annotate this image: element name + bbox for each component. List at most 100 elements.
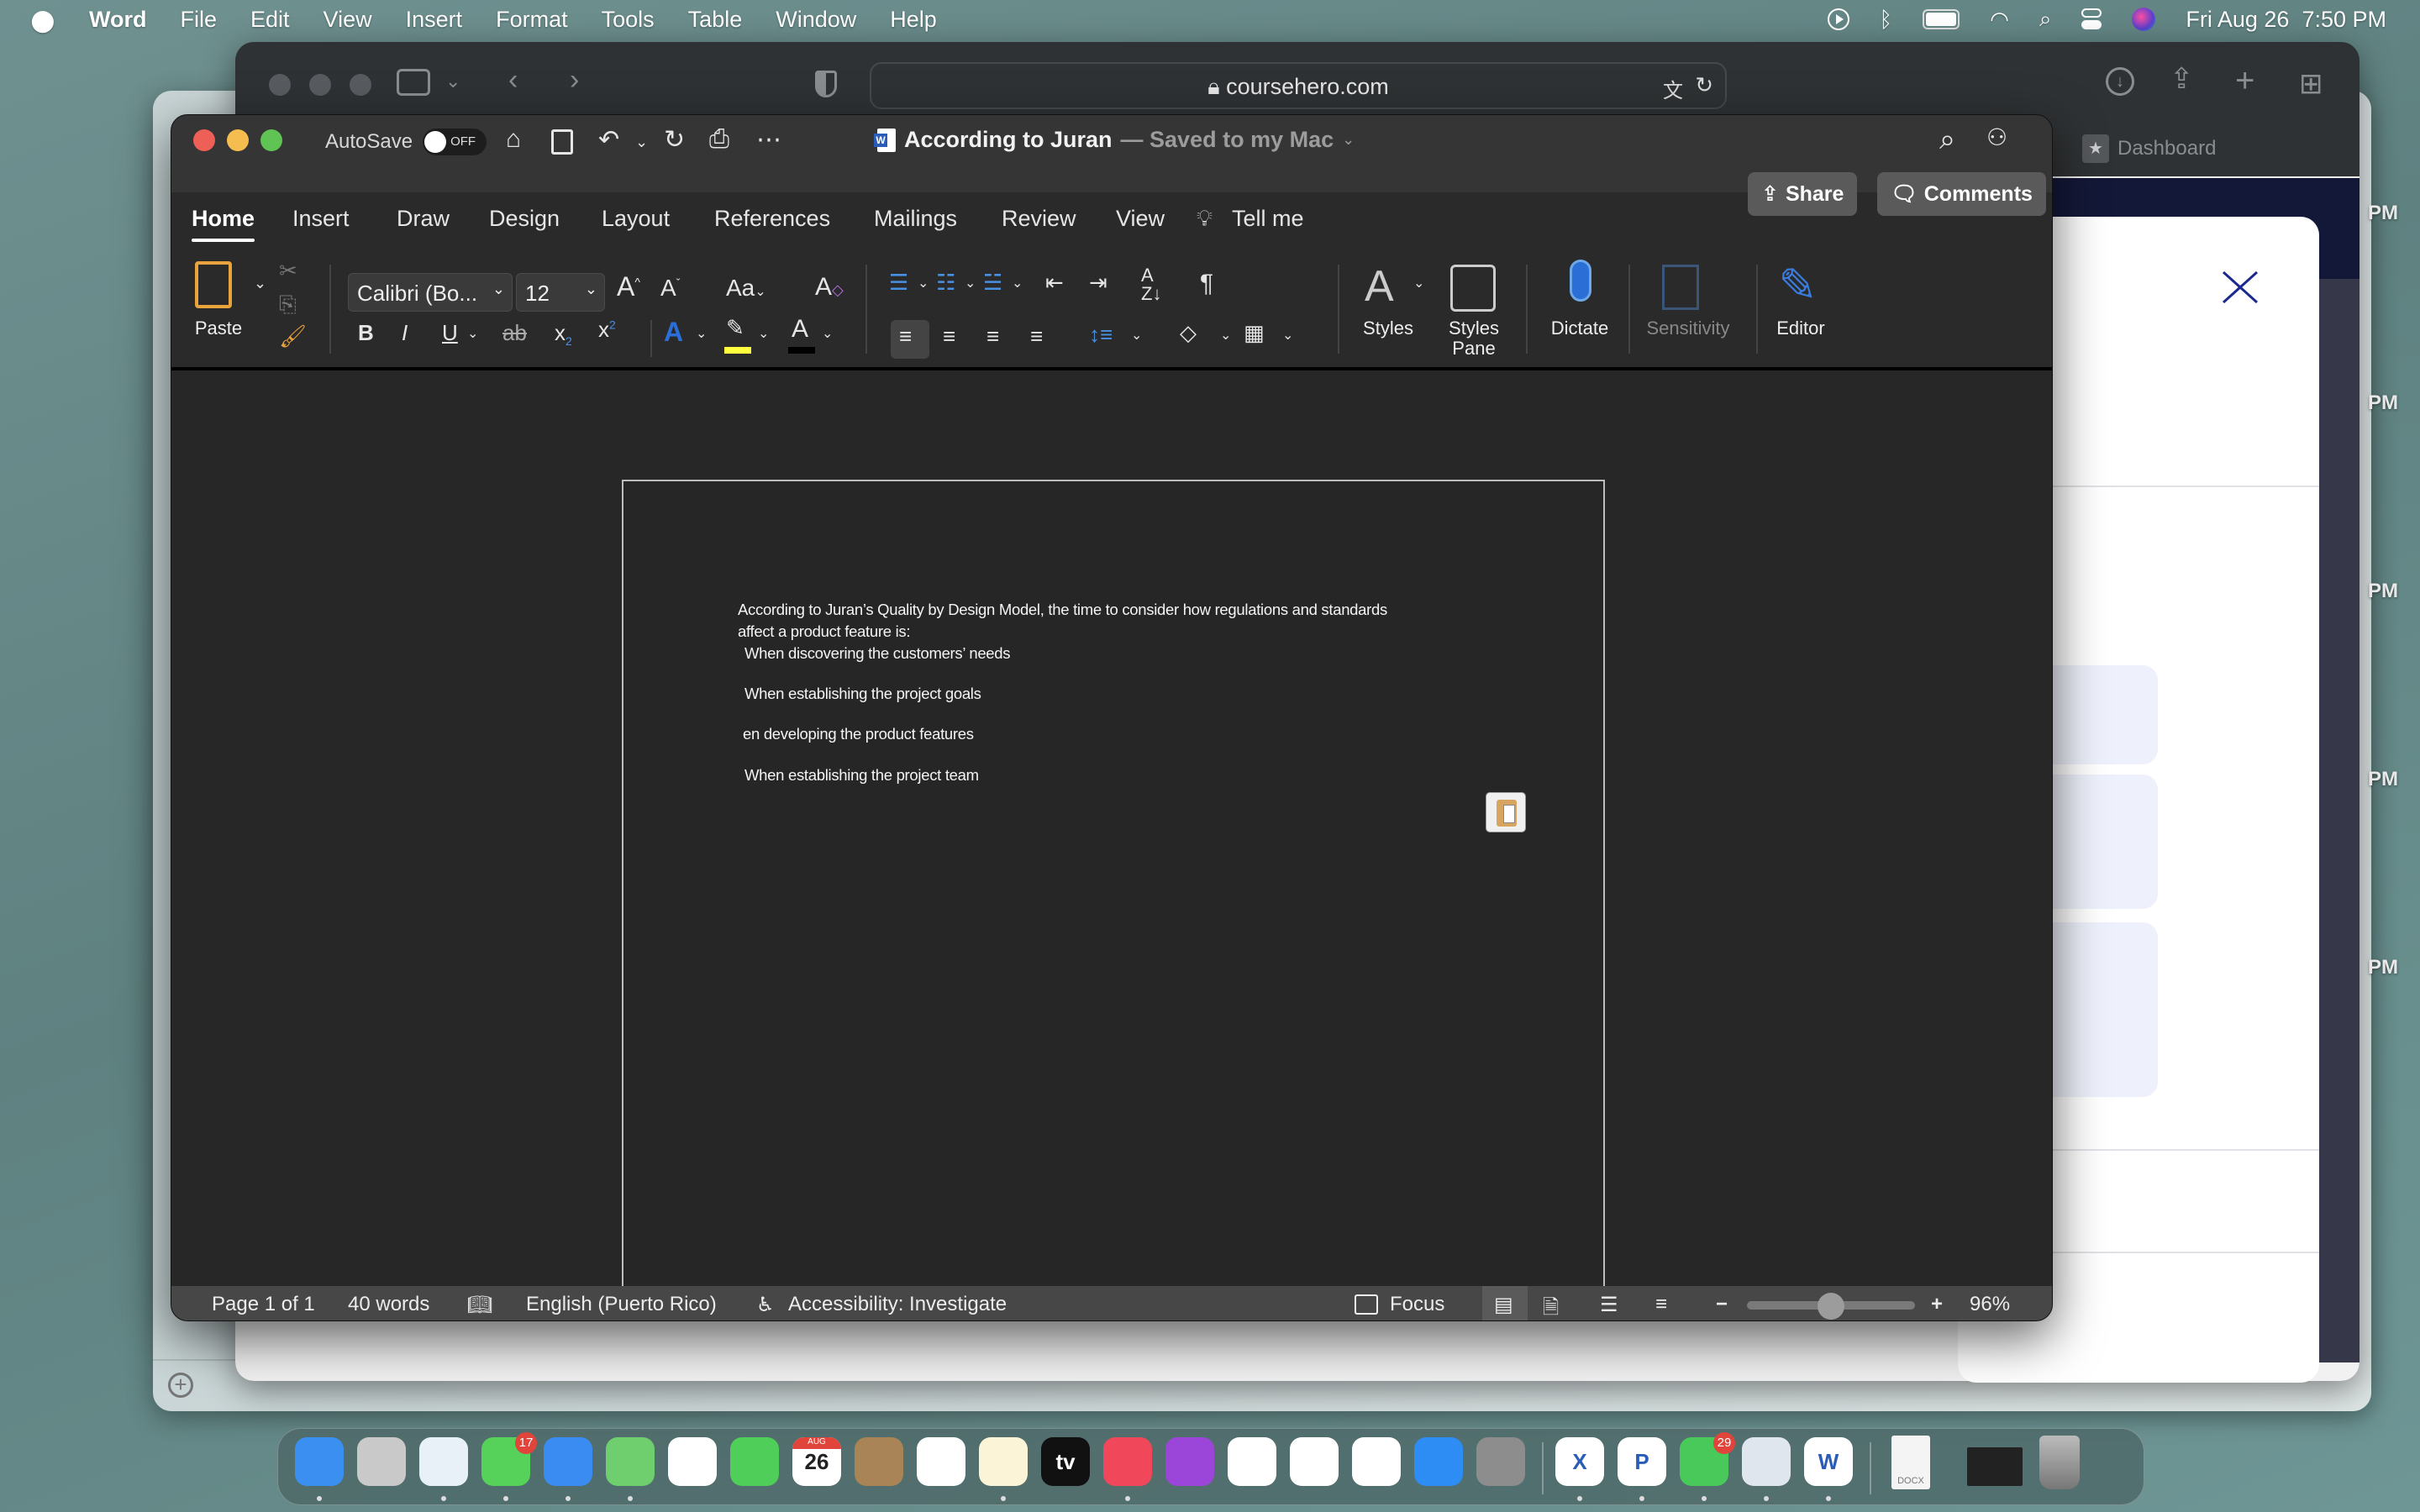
- minimize-button[interactable]: [227, 129, 249, 151]
- dock-app-maps[interactable]: [606, 1437, 655, 1486]
- menu-window[interactable]: Window: [776, 7, 856, 33]
- zoom-level[interactable]: 96%: [1970, 1293, 2010, 1316]
- dock-app-launchpad[interactable]: [357, 1437, 406, 1486]
- shrink-font-icon[interactable]: Aˇ: [660, 275, 680, 302]
- close-icon[interactable]: [2220, 267, 2260, 307]
- menu-view[interactable]: View: [324, 7, 372, 33]
- dock-app-podcasts[interactable]: [1165, 1437, 1214, 1486]
- tab-mailings[interactable]: Mailings: [874, 206, 957, 232]
- superscript-button[interactable]: x2: [598, 317, 616, 343]
- menu-app-word[interactable]: Word: [89, 7, 147, 33]
- document-title[interactable]: According to Juran — Saved to my Mac ⌄: [874, 127, 1355, 153]
- font-color-icon[interactable]: A: [792, 315, 808, 344]
- dock-app-mail[interactable]: [544, 1437, 592, 1486]
- menu-help[interactable]: Help: [890, 7, 937, 33]
- share-icon[interactable]: ⇪: [2170, 62, 2194, 96]
- add-icon[interactable]: +: [168, 1373, 193, 1398]
- dock-app-finder[interactable]: [295, 1437, 344, 1486]
- multilevel-dropdown-icon[interactable]: ⌄: [1012, 275, 1023, 291]
- text-effects-dropdown-icon[interactable]: ⌄: [696, 325, 707, 342]
- show-formatting-icon[interactable]: ¶: [1200, 270, 1213, 298]
- dock-app-preview[interactable]: [1742, 1437, 1791, 1486]
- new-tab-icon[interactable]: +: [2235, 62, 2254, 100]
- reload-icon[interactable]: ↻: [1695, 72, 1713, 98]
- zoom-slider[interactable]: [1747, 1293, 1915, 1320]
- dock-app-keynote[interactable]: [1228, 1437, 1276, 1486]
- dock-app-facetime[interactable]: [730, 1437, 779, 1486]
- dock-app-powerpoint[interactable]: P: [1618, 1437, 1666, 1486]
- redo-icon[interactable]: ↻: [664, 125, 685, 155]
- address-bar[interactable]: 🔒︎ coursehero.com 文 ↻: [870, 62, 1727, 109]
- more-icon[interactable]: ⋯: [756, 125, 781, 155]
- sidebar-toggle-icon[interactable]: [397, 69, 430, 96]
- paste-dropdown-icon[interactable]: ⌄: [254, 275, 266, 292]
- dock-app-pages[interactable]: [1352, 1437, 1401, 1486]
- word-count[interactable]: 40 words: [348, 1293, 429, 1316]
- paste-button[interactable]: [195, 261, 232, 308]
- menu-file[interactable]: File: [181, 7, 218, 33]
- clear-formatting-icon[interactable]: A◇: [815, 273, 844, 302]
- text-effects-icon[interactable]: A: [664, 317, 683, 348]
- draft-view-button[interactable]: ≡: [1655, 1293, 1667, 1316]
- document-page[interactable]: According to Juran’s Quality by Design M…: [622, 480, 1605, 1320]
- autosave-toggle[interactable]: OFF: [423, 129, 487, 155]
- align-center-button[interactable]: ≡: [943, 323, 955, 349]
- dock-trash[interactable]: [2039, 1436, 2080, 1489]
- dock-app-reminders[interactable]: [917, 1437, 965, 1486]
- underline-button[interactable]: U: [442, 320, 458, 346]
- zoom-slider-thumb[interactable]: [1818, 1293, 1844, 1320]
- zoom-button[interactable]: [260, 129, 282, 151]
- dictate-icon[interactable]: [1570, 260, 1591, 302]
- tell-me-search[interactable]: Tell me: [1232, 206, 1304, 232]
- borders-icon[interactable]: ▦: [1244, 320, 1265, 346]
- tab-review[interactable]: Review: [1002, 206, 1076, 232]
- menu-table[interactable]: Table: [688, 7, 743, 33]
- dock-app-system-preferences[interactable]: [1476, 1437, 1525, 1486]
- cut-icon[interactable]: ✂: [279, 258, 297, 284]
- dock-app-messages[interactable]: 17: [481, 1432, 537, 1486]
- dock-app-safari[interactable]: [419, 1437, 468, 1486]
- numbering-dropdown-icon[interactable]: ⌄: [965, 275, 976, 291]
- control-center-icon[interactable]: [2081, 8, 2102, 30]
- zoom-out-button[interactable]: −: [1716, 1293, 1728, 1316]
- tab-layout[interactable]: Layout: [602, 206, 670, 232]
- home-icon[interactable]: ⌂: [506, 125, 521, 154]
- font-size-dropdown[interactable]: 12 ⌄: [516, 273, 605, 312]
- subscript-button[interactable]: x2: [555, 320, 572, 348]
- tab-insert[interactable]: Insert: [292, 206, 350, 232]
- coauthor-icon[interactable]: ⚇: [1986, 123, 2007, 151]
- shading-icon[interactable]: ◇: [1180, 320, 1197, 346]
- align-right-button[interactable]: ≡: [986, 323, 999, 349]
- dock-app-calendar[interactable]: 26 AUG: [792, 1437, 841, 1486]
- menu-insert[interactable]: Insert: [406, 7, 463, 33]
- borders-dropdown-icon[interactable]: ⌄: [1282, 327, 1293, 344]
- zoom-in-button[interactable]: +: [1931, 1293, 1943, 1316]
- siri-icon[interactable]: [2132, 8, 2156, 31]
- safari-zoom-button[interactable]: [350, 74, 371, 96]
- accessibility-status[interactable]: Accessibility: Investigate: [788, 1293, 1007, 1316]
- print-icon[interactable]: ⎙: [709, 125, 729, 154]
- tab-overview-icon[interactable]: ⊞: [2299, 67, 2323, 101]
- tab-draw[interactable]: Draw: [397, 206, 450, 232]
- save-icon[interactable]: [551, 129, 573, 155]
- menu-format[interactable]: Format: [496, 7, 568, 33]
- close-button[interactable]: [193, 129, 215, 151]
- undo-icon[interactable]: ↶: [598, 125, 619, 155]
- dock-docx-file[interactable]: DOCX: [1891, 1436, 1930, 1489]
- now-playing-icon[interactable]: [1827, 8, 1849, 30]
- styles-icon[interactable]: A: [1365, 261, 1394, 312]
- focus-button[interactable]: Focus: [1390, 1293, 1444, 1316]
- bluetooth-icon[interactable]: ᛒ: [1880, 7, 1893, 33]
- font-name-dropdown[interactable]: Calibri (Bo... ⌄: [348, 273, 513, 312]
- wifi-icon[interactable]: ◠: [1990, 7, 2009, 33]
- bullets-icon[interactable]: ☰: [889, 270, 908, 296]
- increase-indent-icon[interactable]: ⇥: [1089, 270, 1107, 296]
- comments-button[interactable]: 🗨︎ Comments: [1877, 172, 2046, 216]
- bookmark-dashboard[interactable]: ★ Dashboard: [2082, 134, 2216, 163]
- line-spacing-icon[interactable]: ↕≡: [1089, 322, 1113, 348]
- change-case-icon[interactable]: Aa⌄: [726, 275, 766, 302]
- grow-font-icon[interactable]: A^: [617, 271, 640, 302]
- numbering-icon[interactable]: ☷: [936, 270, 955, 296]
- dock-app-word[interactable]: W: [1804, 1437, 1853, 1486]
- dock-minimized-window[interactable]: [1967, 1447, 2023, 1486]
